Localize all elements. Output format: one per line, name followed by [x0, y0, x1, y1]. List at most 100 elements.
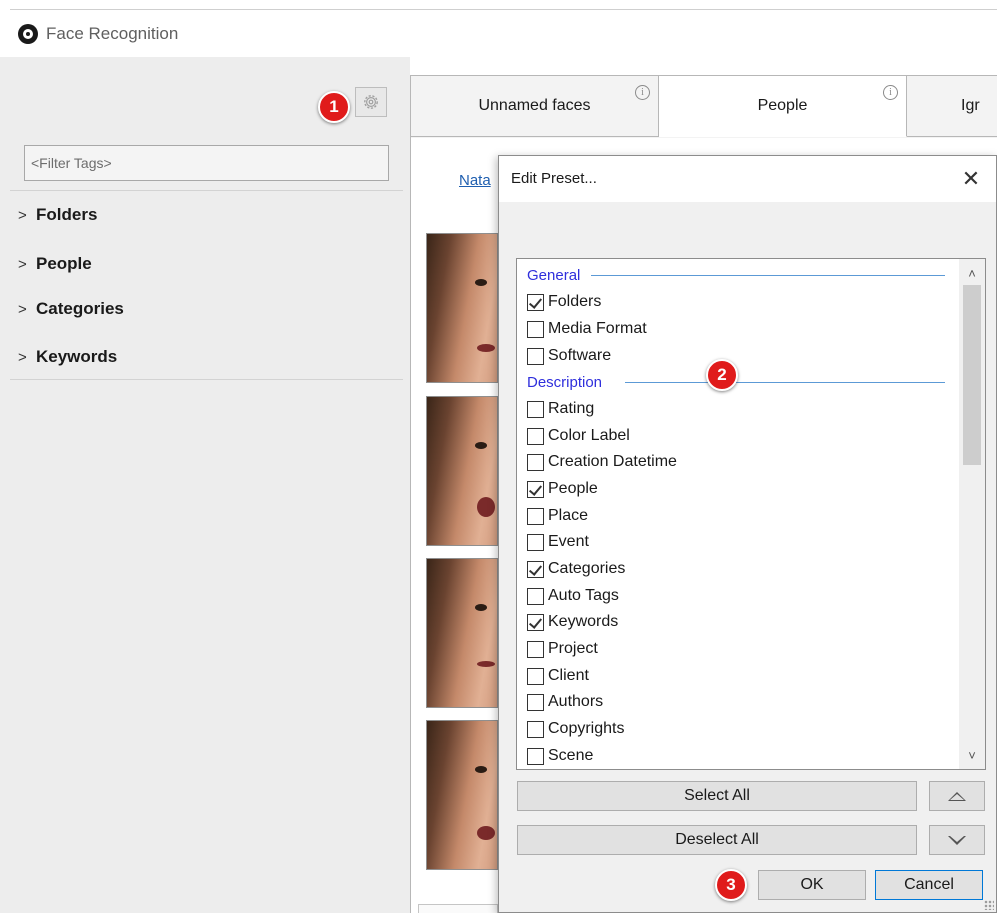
list-item-label: Authors	[548, 693, 604, 710]
settings-button[interactable]	[355, 87, 387, 117]
list-item-copyrights[interactable]: Copyrights	[527, 716, 624, 742]
list-item-place[interactable]: Place	[527, 503, 588, 529]
list-item-label: Event	[548, 533, 589, 550]
chevron-right-icon: >	[18, 206, 27, 224]
list-item-label: Auto Tags	[548, 587, 619, 604]
bottom-strip	[418, 904, 498, 913]
app-title: Face Recognition	[46, 24, 179, 43]
sidebar-item-label: Keywords	[36, 347, 118, 366]
scroll-down-arrow[interactable]: ˅	[959, 743, 985, 767]
edit-preset-dialog: Edit Preset... ✕ General Folders Media F…	[498, 155, 997, 913]
list-item-event[interactable]: Event	[527, 529, 589, 555]
checkbox[interactable]	[527, 507, 544, 525]
filter-tags-input[interactable]	[24, 145, 389, 181]
face-thumbnail[interactable]	[426, 233, 498, 383]
checkbox[interactable]	[527, 720, 544, 738]
sidebar-item-people[interactable]: > People	[18, 250, 92, 278]
face-mouth	[477, 344, 495, 352]
cancel-button[interactable]: Cancel	[875, 870, 983, 900]
list-item-keywords[interactable]: Keywords	[527, 609, 618, 635]
person-name-link[interactable]: Nata	[459, 172, 491, 189]
list-item-auto-tags[interactable]: Auto Tags	[527, 583, 619, 609]
checkbox-checked[interactable]	[527, 613, 544, 631]
move-up-button[interactable]	[929, 781, 985, 811]
select-all-button[interactable]: Select All	[517, 781, 917, 811]
checkbox[interactable]	[527, 747, 544, 765]
list-item-categories[interactable]: Categories	[527, 556, 625, 582]
tags-panel	[0, 57, 410, 913]
checkbox[interactable]	[527, 667, 544, 685]
list-item-creation-datetime[interactable]: Creation Datetime	[527, 449, 677, 475]
tab-people[interactable]: People i	[659, 76, 907, 137]
triangle-up-icon	[948, 791, 966, 801]
list-item-label: Software	[548, 347, 612, 364]
checkbox[interactable]	[527, 400, 544, 418]
app-logo-icon	[18, 24, 38, 44]
checkbox[interactable]	[527, 693, 544, 711]
vertical-scrollbar[interactable]: ˄ ˅	[959, 259, 985, 769]
ok-button[interactable]: OK	[758, 870, 866, 900]
triangle-down-icon	[948, 835, 966, 845]
checkbox[interactable]	[527, 347, 544, 365]
group-header-general: General	[527, 263, 580, 287]
list-item-software[interactable]: Software	[527, 343, 611, 369]
group-divider	[625, 382, 945, 383]
dialog-title: Edit Preset...	[511, 170, 597, 187]
sidebar-item-label: Categories	[36, 299, 124, 318]
tab-label: Igr	[961, 97, 980, 114]
checkbox-checked[interactable]	[527, 560, 544, 578]
tab-label: People	[757, 97, 808, 114]
list-item-label: Client	[548, 667, 589, 684]
list-item-people[interactable]: People	[527, 476, 598, 502]
face-eye	[475, 279, 487, 286]
tab-unnamed-faces[interactable]: Unnamed faces i	[411, 76, 659, 137]
sidebar-item-keywords[interactable]: > Keywords	[18, 343, 117, 371]
scroll-thumb[interactable]	[963, 285, 981, 465]
face-thumbnail[interactable]	[426, 720, 498, 870]
list-item-folders[interactable]: Folders	[527, 289, 601, 315]
list-item-client[interactable]: Client	[527, 663, 589, 689]
list-item-label: Media Format	[548, 320, 647, 337]
list-item-color-label[interactable]: Color Label	[527, 423, 630, 449]
checkbox[interactable]	[527, 427, 544, 445]
face-mouth	[477, 661, 495, 667]
face-eye	[475, 766, 487, 773]
step-marker-2: 2	[706, 359, 738, 391]
list-item-label: Color Label	[548, 427, 630, 444]
checkbox[interactable]	[527, 640, 544, 658]
checkbox-checked[interactable]	[527, 293, 544, 311]
close-icon[interactable]: ✕	[956, 164, 986, 194]
move-down-button[interactable]	[929, 825, 985, 855]
sidebar-item-label: Folders	[36, 205, 98, 224]
checkbox[interactable]	[527, 587, 544, 605]
deselect-all-button[interactable]: Deselect All	[517, 825, 917, 855]
list-item-rating[interactable]: Rating	[527, 396, 594, 422]
face-eye	[475, 442, 487, 449]
checkbox[interactable]	[527, 453, 544, 471]
sidebar-item-categories[interactable]: > Categories	[18, 295, 124, 323]
checkbox-checked[interactable]	[527, 480, 544, 498]
tab-ignored[interactable]: Igr	[907, 76, 997, 137]
info-icon[interactable]: i	[635, 85, 650, 100]
face-eye	[475, 604, 487, 611]
scroll-up-arrow[interactable]: ˄	[959, 261, 985, 285]
face-mouth	[477, 497, 495, 517]
list-item-label: Keywords	[548, 613, 619, 630]
face-thumbnail[interactable]	[426, 396, 498, 546]
face-thumbnail[interactable]	[426, 558, 498, 708]
checkbox[interactable]	[527, 533, 544, 551]
list-item-authors[interactable]: Authors	[527, 689, 603, 715]
list-item-media-format[interactable]: Media Format	[527, 316, 647, 342]
sidebar-item-label: People	[36, 254, 92, 273]
list-item-label: Creation Datetime	[548, 453, 677, 470]
info-icon[interactable]: i	[883, 85, 898, 100]
chevron-right-icon: >	[18, 255, 27, 273]
step-marker-1: 1	[318, 91, 350, 123]
preset-fields-list[interactable]: General Folders Media Format Software De…	[516, 258, 986, 770]
resize-grip-icon[interactable]	[984, 900, 994, 910]
list-item-project[interactable]: Project	[527, 636, 598, 662]
list-item-label: Categories	[548, 560, 626, 577]
sidebar-item-folders[interactable]: > Folders	[18, 201, 97, 229]
checkbox[interactable]	[527, 320, 544, 338]
list-item-scene[interactable]: Scene	[527, 743, 593, 769]
